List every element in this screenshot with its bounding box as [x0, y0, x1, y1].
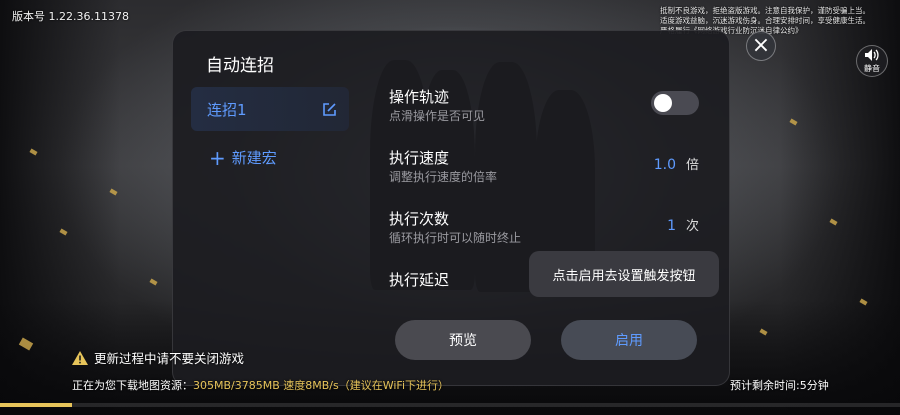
speed-value-control[interactable]: 1.0 倍 — [654, 154, 699, 173]
new-macro-label: 新建宏 — [231, 149, 277, 167]
setting-title: 执行次数 — [389, 210, 450, 228]
setting-subtitle: 调整执行速度的倍率 — [389, 170, 498, 184]
download-progress-fill — [0, 403, 72, 407]
setting-subtitle: 循环执行时可以随时终止 — [389, 231, 522, 245]
toggle-knob — [654, 94, 672, 112]
download-detail: 305MB/3785MB 速度8MB/s（建议在WiFi下进行） — [193, 379, 450, 392]
eta-label: 预计剩余时间:5分钟 — [730, 379, 829, 392]
warning-text: 更新过程中请不要关闭游戏 — [94, 351, 245, 366]
enable-button[interactable]: 启用 — [561, 320, 697, 360]
panel-title: 自动连招 — [206, 56, 274, 76]
count-value-control[interactable]: 1 次 — [667, 215, 699, 234]
warning-icon — [72, 350, 88, 365]
version-prefix: 版本号 — [12, 10, 45, 23]
count-value: 1 — [667, 218, 676, 234]
mute-label: 静音 — [864, 64, 880, 73]
speed-unit: 倍 — [685, 158, 699, 173]
setting-execution-speed: 执行速度 调整执行速度的倍率 1.0 倍 — [389, 148, 699, 185]
sidebar-item-combo-1[interactable]: 连招1 — [191, 87, 349, 131]
close-button[interactable]: × — [746, 31, 776, 61]
operation-trace-toggle[interactable] — [651, 91, 699, 115]
count-unit: 次 — [685, 219, 699, 234]
close-icon: × — [751, 33, 771, 58]
download-status: 正在为您下载地图资源：305MB/3785MB 速度8MB/s（建议在WiFi下… — [72, 377, 449, 393]
health-notice-line: 抵制不良游戏，拒绝盗版游戏。注意自我保护，谨防受骗上当。 — [660, 6, 870, 15]
preview-button[interactable]: 预览 — [395, 320, 531, 360]
version-label: 版本号 1.22.36.11378 — [12, 8, 129, 24]
enable-tooltip: 点击启用去设置触发按钮 — [529, 251, 719, 297]
version-number: 1.22.36.11378 — [48, 10, 129, 23]
sidebar-item-label: 连招1 — [207, 100, 247, 119]
mute-button[interactable]: 静音 — [856, 45, 888, 77]
auto-combo-panel: 自动连招 连招1 + 新建宏 操作轨迹 点滑操作是否可见 执行速度 调整执行速度… — [172, 30, 730, 386]
new-macro-button[interactable]: + 新建宏 — [209, 147, 277, 168]
update-warning: 更新过程中请不要关闭游戏 — [72, 348, 244, 367]
download-progress-bar — [0, 403, 900, 407]
health-notice-line: 适度游戏益脑，沉迷游戏伤身。合理安排时间，享受健康生活。 — [660, 16, 870, 25]
setting-operation-trace: 操作轨迹 点滑操作是否可见 — [389, 87, 699, 124]
setting-subtitle: 点滑操作是否可见 — [389, 109, 486, 123]
download-prefix: 正在为您下载地图资源： — [72, 379, 193, 392]
setting-title: 执行速度 — [389, 149, 450, 167]
edit-icon[interactable] — [322, 102, 337, 117]
speed-value: 1.0 — [653, 157, 676, 173]
plus-icon: + — [209, 145, 226, 170]
speaker-icon — [865, 49, 879, 61]
setting-execution-count: 执行次数 循环执行时可以随时终止 1 次 — [389, 209, 699, 246]
